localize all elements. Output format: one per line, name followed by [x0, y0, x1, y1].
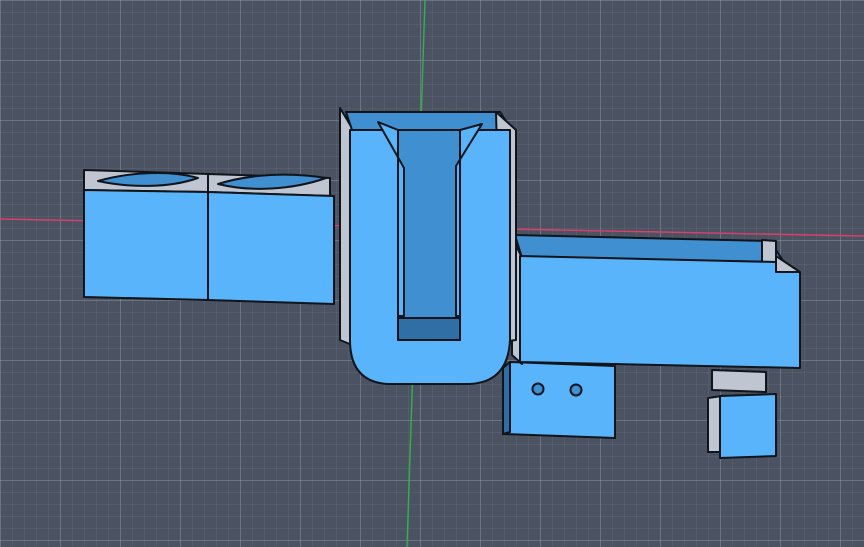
- screw-hole-left: [531, 382, 545, 396]
- mounting-bracket[interactable]: [502, 361, 616, 439]
- 3d-viewport[interactable]: [0, 0, 864, 547]
- small-clip-block[interactable]: [707, 369, 777, 459]
- airfoil-block-left[interactable]: [83, 169, 209, 301]
- 3d-model[interactable]: [83, 107, 801, 459]
- model-scene[interactable]: [0, 0, 864, 547]
- airfoil-block-right[interactable]: [207, 173, 335, 305]
- tray[interactable]: [511, 234, 801, 369]
- funnel-holder[interactable]: [339, 107, 517, 385]
- screw-hole-right: [569, 383, 583, 397]
